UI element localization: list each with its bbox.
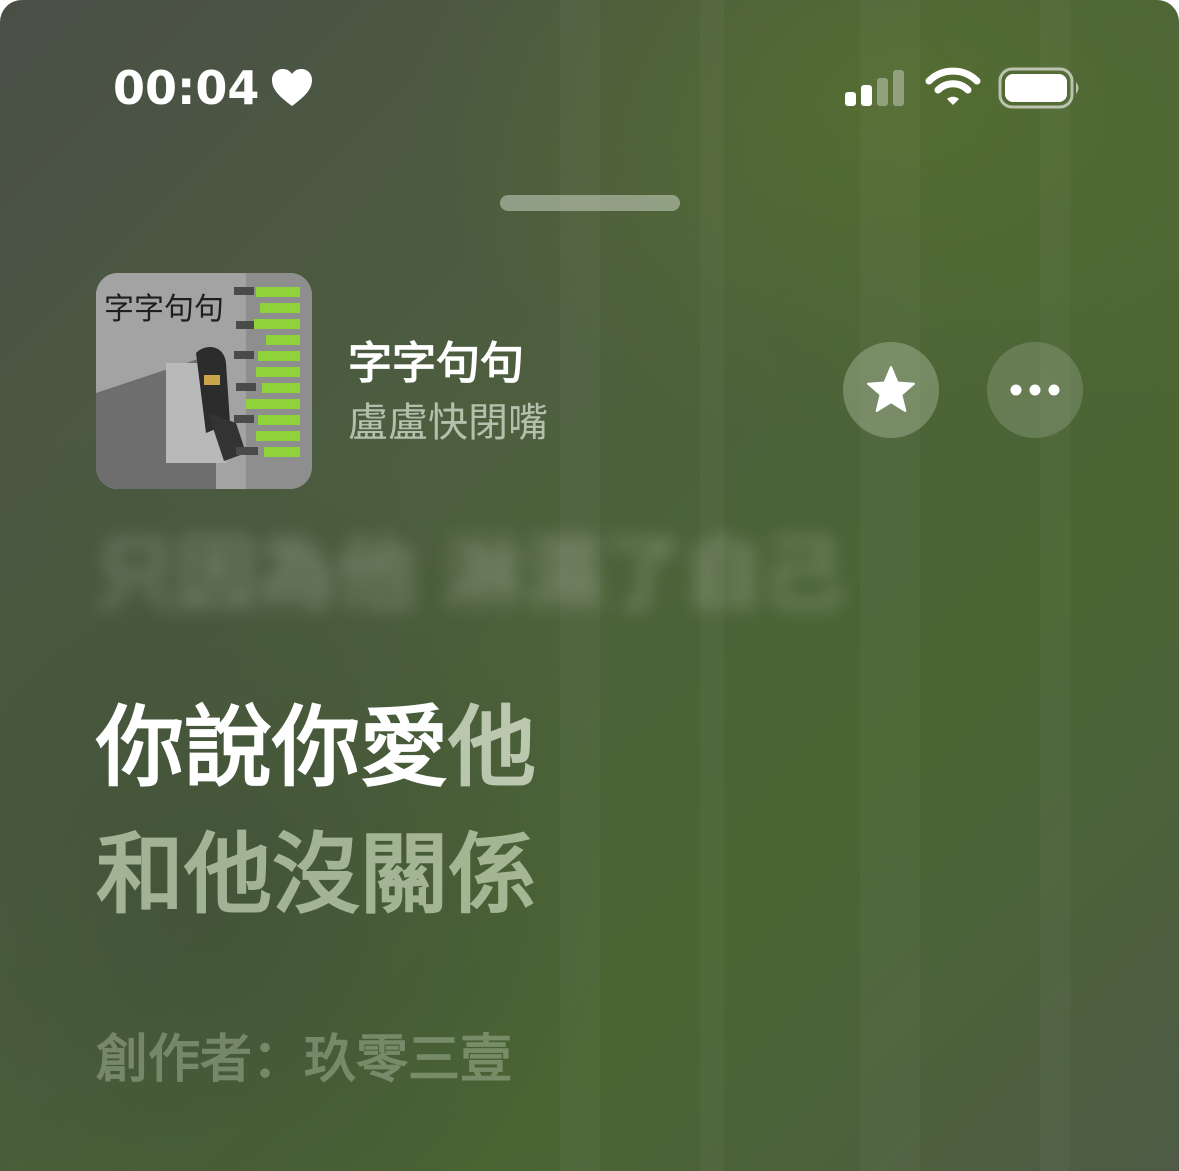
favorite-button[interactable] xyxy=(843,342,939,438)
album-artwork-image: 字字句句 xyxy=(96,273,312,489)
heart-icon xyxy=(272,69,312,106)
lyric-next-line[interactable]: 和他沒關係 xyxy=(96,820,536,930)
star-icon xyxy=(867,366,915,412)
wifi-icon xyxy=(925,67,981,105)
lyric-unsung-part: 他 xyxy=(448,696,537,799)
ellipsis-icon xyxy=(1010,384,1060,396)
background-streak xyxy=(1040,0,1070,1171)
cellular-signal-icon xyxy=(845,70,904,106)
background-streak xyxy=(860,0,920,1171)
song-artist[interactable]: 盧盧快閉嘴 xyxy=(348,396,548,450)
artwork-title: 字字句句 xyxy=(104,292,224,327)
song-title[interactable]: 字字句句 xyxy=(348,336,524,392)
lyric-sung-part: 你說你愛 xyxy=(96,696,449,799)
battery-icon xyxy=(998,67,1079,109)
lyric-current-line[interactable]: 你說你愛他 xyxy=(96,693,536,803)
lyric-previous-line[interactable]: 只因為他 淋濕了自己 xyxy=(96,520,844,630)
more-button[interactable] xyxy=(987,342,1083,438)
lyrics-credits: 創作者：玖零三壹 xyxy=(96,1030,513,1090)
album-artwork[interactable]: 字字句句 xyxy=(96,273,312,489)
sheet-grabber[interactable] xyxy=(500,195,680,211)
lyrics-screen: 00:04 字字句句 字字句句 盧盧快閉嘴 只因為他 淋濕了自己 你說你愛他 和… xyxy=(0,0,1179,1171)
status-time: 00:04 xyxy=(113,61,260,115)
